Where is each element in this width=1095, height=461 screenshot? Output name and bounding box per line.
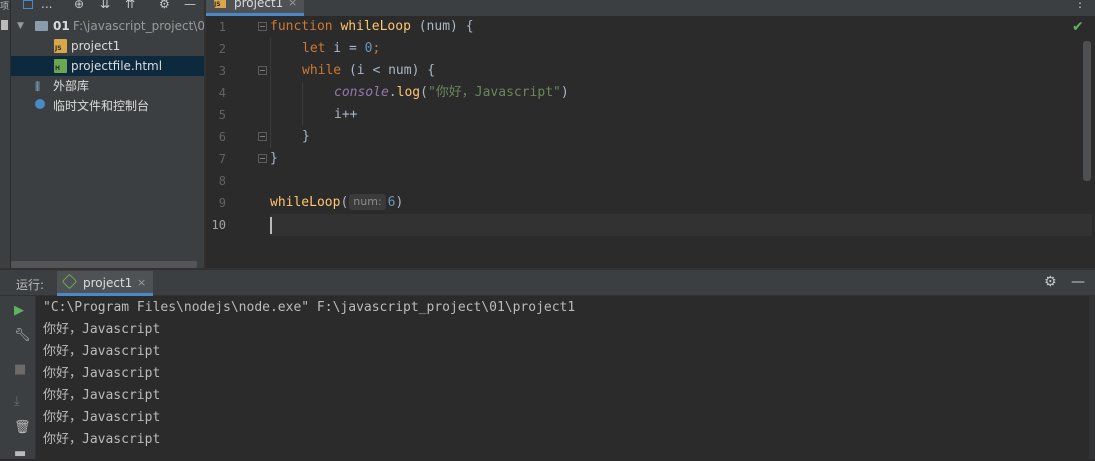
line-number: 1	[218, 20, 226, 34]
editor-tab-bar	[206, 0, 1095, 17]
fold-marker-icon[interactable]	[258, 66, 267, 75]
line-number: 6	[218, 130, 226, 144]
tree-item-scratches[interactable]: 临时文件和控制台	[11, 96, 204, 116]
wrench-icon[interactable]: 🔧︎	[14, 328, 31, 343]
tree-item-label: project1	[71, 39, 121, 53]
parameter-hint: num:	[349, 194, 386, 210]
root-folder-path: F:\javascript_project\01	[73, 19, 204, 33]
fold-marker-icon[interactable]	[258, 154, 267, 163]
fold-marker-icon[interactable]	[258, 132, 267, 141]
close-icon[interactable]: ×	[137, 276, 146, 289]
run-panel-title: 运行:	[16, 278, 45, 292]
root-folder-name: 01	[53, 19, 70, 33]
project-tool-strip[interactable]: 项	[0, 0, 11, 268]
console-output-line: 你好，Javascript	[43, 322, 161, 337]
project-tool-marker	[1, 20, 8, 30]
project-horizontal-scrollbar[interactable]	[11, 261, 197, 268]
hide-panel-icon[interactable]: —	[184, 0, 196, 11]
settings-gear-icon[interactable]: ⚙	[1044, 274, 1057, 290]
trash-icon[interactable]: 🗑︎	[14, 420, 31, 435]
line-number: 8	[218, 174, 226, 188]
check-icon[interactable]: ✔	[1072, 19, 1084, 35]
tree-item-external-libraries[interactable]: ⫼ 外部库	[11, 76, 204, 96]
console-vertical-scrollbar[interactable]	[1089, 296, 1095, 459]
current-line-highlight	[270, 214, 1092, 236]
code-editor[interactable]: 1 2 3 4 5 6 7 8 9 10 function whileLoop …	[206, 16, 1095, 268]
collapse-all-icon[interactable]: ⇈	[125, 0, 135, 11]
project-title-ellipsis: ...	[41, 0, 53, 11]
code-line-9: whileLoop(num: 6)	[270, 194, 404, 210]
tree-item-projectfile-html[interactable]: H projectfile.html	[11, 56, 204, 76]
project-panel: ... ⊕ ⇊ ⇈ ⚙ — ▼ 01 F:\javascript_project…	[11, 0, 204, 268]
js-file-icon: JS	[54, 39, 67, 53]
hide-panel-icon[interactable]: —	[1071, 274, 1085, 290]
line-number: 4	[218, 86, 226, 100]
console-output-line: 你好，Javascript	[43, 432, 161, 447]
code-line-2: let i = 0;	[302, 41, 381, 56]
nodejs-icon	[61, 273, 78, 290]
console-output-line: 你好，Javascript	[43, 388, 161, 403]
code-line-6: }	[302, 129, 310, 144]
console-command-line: "C:\Program Files\nodejs\node.exe" F:\ja…	[43, 300, 576, 315]
tree-item-label: 临时文件和控制台	[53, 99, 150, 113]
line-number-current: 10	[211, 218, 226, 232]
library-icon: ⫼	[35, 80, 41, 93]
line-number: 9	[218, 196, 226, 210]
console-output-line: 你好，Javascript	[43, 410, 161, 425]
tab-label: project1	[234, 0, 284, 10]
console-output-line: 你好，Javascript	[43, 344, 161, 359]
js-file-icon: JS	[214, 0, 226, 8]
tree-item-label: projectfile.html	[71, 59, 163, 73]
indent-guide	[302, 82, 303, 126]
code-line-7: }	[270, 151, 278, 166]
line-number: 3	[218, 64, 226, 78]
close-icon[interactable]: ×	[288, 0, 297, 10]
project-tool-label[interactable]: 项	[0, 2, 10, 12]
scratch-console-icon	[35, 99, 45, 109]
more-icon[interactable]: ⋮	[1074, 0, 1086, 10]
code-line-4: console.log("你好，Javascript")	[334, 85, 569, 100]
code-line-5: i++	[334, 107, 358, 122]
rerun-play-icon[interactable]: ▶	[14, 303, 24, 318]
folder-icon	[35, 21, 48, 31]
text-caret	[270, 217, 272, 234]
run-tab-project1[interactable]: project1 ×	[57, 271, 153, 296]
tree-root-folder[interactable]: ▼ 01 F:\javascript_project\01	[11, 16, 204, 36]
line-number: 5	[218, 108, 226, 122]
project-toolbar: ... ⊕ ⇊ ⇈ ⚙ —	[11, 0, 204, 14]
code-line-3: while (i < num) {	[302, 63, 436, 78]
locate-file-icon[interactable]: ⊕	[74, 0, 84, 11]
tree-item-project1[interactable]: JS project1	[11, 36, 204, 56]
indent-guide	[270, 38, 271, 148]
editor-vertical-scrollbar[interactable]	[1083, 41, 1091, 181]
chevron-down-icon[interactable]: ▼	[17, 16, 24, 36]
stop-icon[interactable]: ■	[14, 362, 26, 377]
run-panel-header: 运行: project1 × ⚙ —	[0, 270, 1095, 296]
fold-marker-icon[interactable]	[258, 22, 267, 31]
console-output-line: 你好，Javascript	[43, 366, 161, 381]
project-view-icon[interactable]	[23, 0, 33, 9]
html-file-icon: H	[54, 59, 67, 73]
tree-item-label: 外部库	[53, 79, 90, 93]
code-line-1: function whileLoop (num) {	[270, 19, 474, 34]
run-tab-label: project1	[83, 276, 133, 290]
console-output[interactable]: "C:\Program Files\nodejs\node.exe" F:\ja…	[36, 296, 1095, 459]
line-number: 7	[218, 152, 226, 166]
expand-all-icon[interactable]: ⇊	[100, 0, 110, 11]
tab-project1[interactable]: JS project1 ×	[206, 0, 304, 16]
line-number: 2	[218, 42, 226, 56]
scroll-to-end-icon[interactable]: ⤓	[14, 394, 20, 409]
settings-gear-icon[interactable]: ⚙	[159, 0, 170, 11]
run-toolbar: ▶ 🔧︎ ■ ⤓ 🗑︎ ▬	[0, 296, 36, 461]
